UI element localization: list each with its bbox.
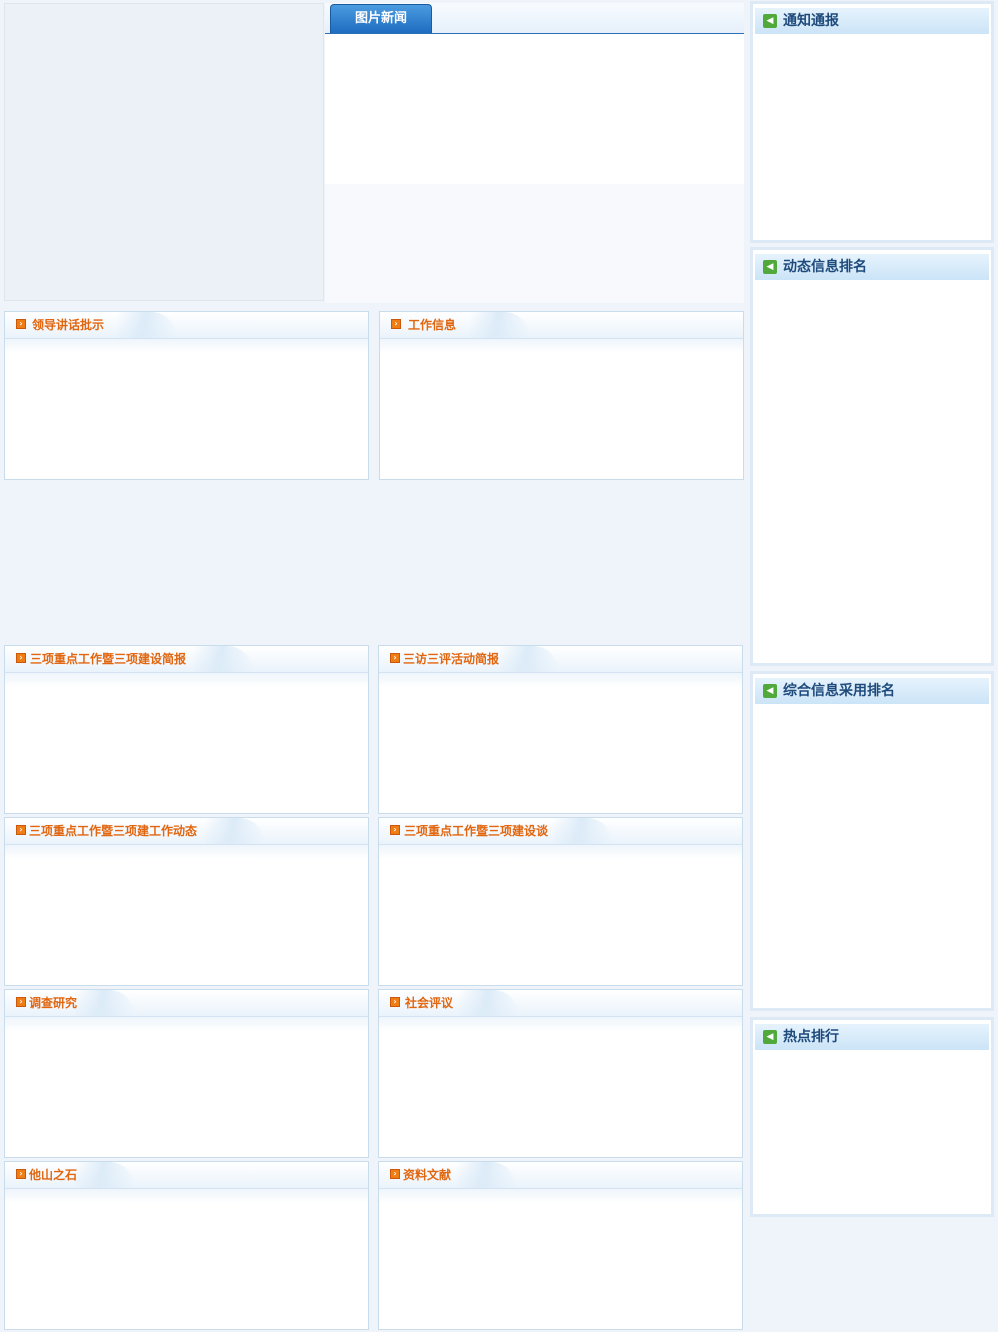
- sidebar-header: ◀ 综合信息采用排名: [755, 678, 989, 704]
- tab-picture-news[interactable]: 图片新闻: [330, 4, 432, 33]
- header-fade: [379, 845, 742, 859]
- orange-arrow-icon: ›: [16, 825, 26, 835]
- panel-social-review: › 社会评议: [378, 989, 743, 1158]
- panel-title[interactable]: 领导讲话批示: [32, 317, 104, 333]
- panel-title[interactable]: 三访三评活动简报: [403, 651, 499, 667]
- panel-title[interactable]: 社会评议: [405, 995, 453, 1011]
- orange-arrow-icon: ›: [16, 997, 26, 1007]
- panel-research: › 调查研究: [4, 989, 369, 1158]
- orange-arrow-icon: ›: [16, 1169, 26, 1179]
- panel-leader-speeches: › 领导讲话批示: [4, 311, 369, 480]
- picture-news-content: [325, 34, 744, 184]
- sidebar-header: ◀ 通知通报: [755, 8, 989, 34]
- sidebar-title[interactable]: 综合信息采用排名: [783, 682, 895, 700]
- panel-title[interactable]: 资料文献: [403, 1167, 451, 1183]
- panel-title[interactable]: 调查研究: [29, 995, 77, 1011]
- orange-arrow-icon: ›: [390, 825, 400, 835]
- panel-three-key-works-talks: › 三项重点工作暨三项建设谈: [378, 817, 743, 986]
- panel-three-key-works-bulletin: › 三项重点工作暨三项建设简报: [4, 645, 369, 814]
- sidebar-notices: ◀ 通知通报: [750, 1, 994, 243]
- header-fade: [5, 1017, 368, 1031]
- panel-documents: › 资料文献: [378, 1161, 743, 1330]
- sidebar-title[interactable]: 热点排行: [783, 1028, 839, 1046]
- sidebar-hot-ranking: ◀ 热点排行: [750, 1017, 994, 1217]
- picture-news-section: 图片新闻: [325, 3, 744, 303]
- panel-title[interactable]: 工作信息: [408, 317, 456, 333]
- panel-title[interactable]: 三项重点工作暨三项建设谈: [404, 823, 548, 839]
- orange-arrow-icon: ›: [390, 653, 400, 663]
- panel-title[interactable]: 他山之石: [29, 1167, 77, 1183]
- speaker-icon: ◀: [763, 14, 777, 28]
- sidebar-dynamic-info-ranking: ◀ 动态信息排名: [750, 247, 994, 666]
- header-fade: [5, 339, 368, 353]
- header-fade: [379, 673, 742, 687]
- panel-three-key-works-news: › 三项重点工作暨三项建工作动态: [4, 817, 369, 986]
- panel-other-experience: › 他山之石: [4, 1161, 369, 1330]
- panel-title[interactable]: 三项重点工作暨三项建工作动态: [29, 823, 197, 839]
- sidebar-header: ◀ 动态信息排名: [755, 254, 989, 280]
- panel-work-info: › 工作信息: [379, 311, 744, 480]
- header-fade: [5, 845, 368, 859]
- orange-arrow-icon: ›: [390, 1169, 400, 1179]
- sidebar-title[interactable]: 动态信息排名: [783, 258, 867, 276]
- header-fade: [5, 1189, 368, 1203]
- sidebar-overall-info-ranking: ◀ 综合信息采用排名: [750, 671, 994, 1011]
- panel-three-visits-bulletin: › 三访三评活动简报: [378, 645, 743, 814]
- panel-title[interactable]: 三项重点工作暨三项建设简报: [30, 651, 186, 667]
- sidebar-header: ◀ 热点排行: [755, 1024, 989, 1050]
- header-fade: [5, 673, 368, 687]
- orange-arrow-icon: ›: [16, 319, 26, 329]
- header-fade: [379, 1017, 742, 1031]
- speaker-icon: ◀: [763, 684, 777, 698]
- speaker-icon: ◀: [763, 260, 777, 274]
- sidebar-title[interactable]: 通知通报: [783, 12, 839, 30]
- orange-arrow-icon: ›: [391, 319, 401, 329]
- picture-news-image[interactable]: [4, 3, 324, 301]
- header-fade: [380, 339, 743, 353]
- orange-arrow-icon: ›: [390, 997, 400, 1007]
- orange-arrow-icon: ›: [16, 653, 26, 663]
- picture-news-tabbar: 图片新闻: [325, 3, 744, 34]
- header-fade: [379, 1189, 742, 1203]
- speaker-icon: ◀: [763, 1030, 777, 1044]
